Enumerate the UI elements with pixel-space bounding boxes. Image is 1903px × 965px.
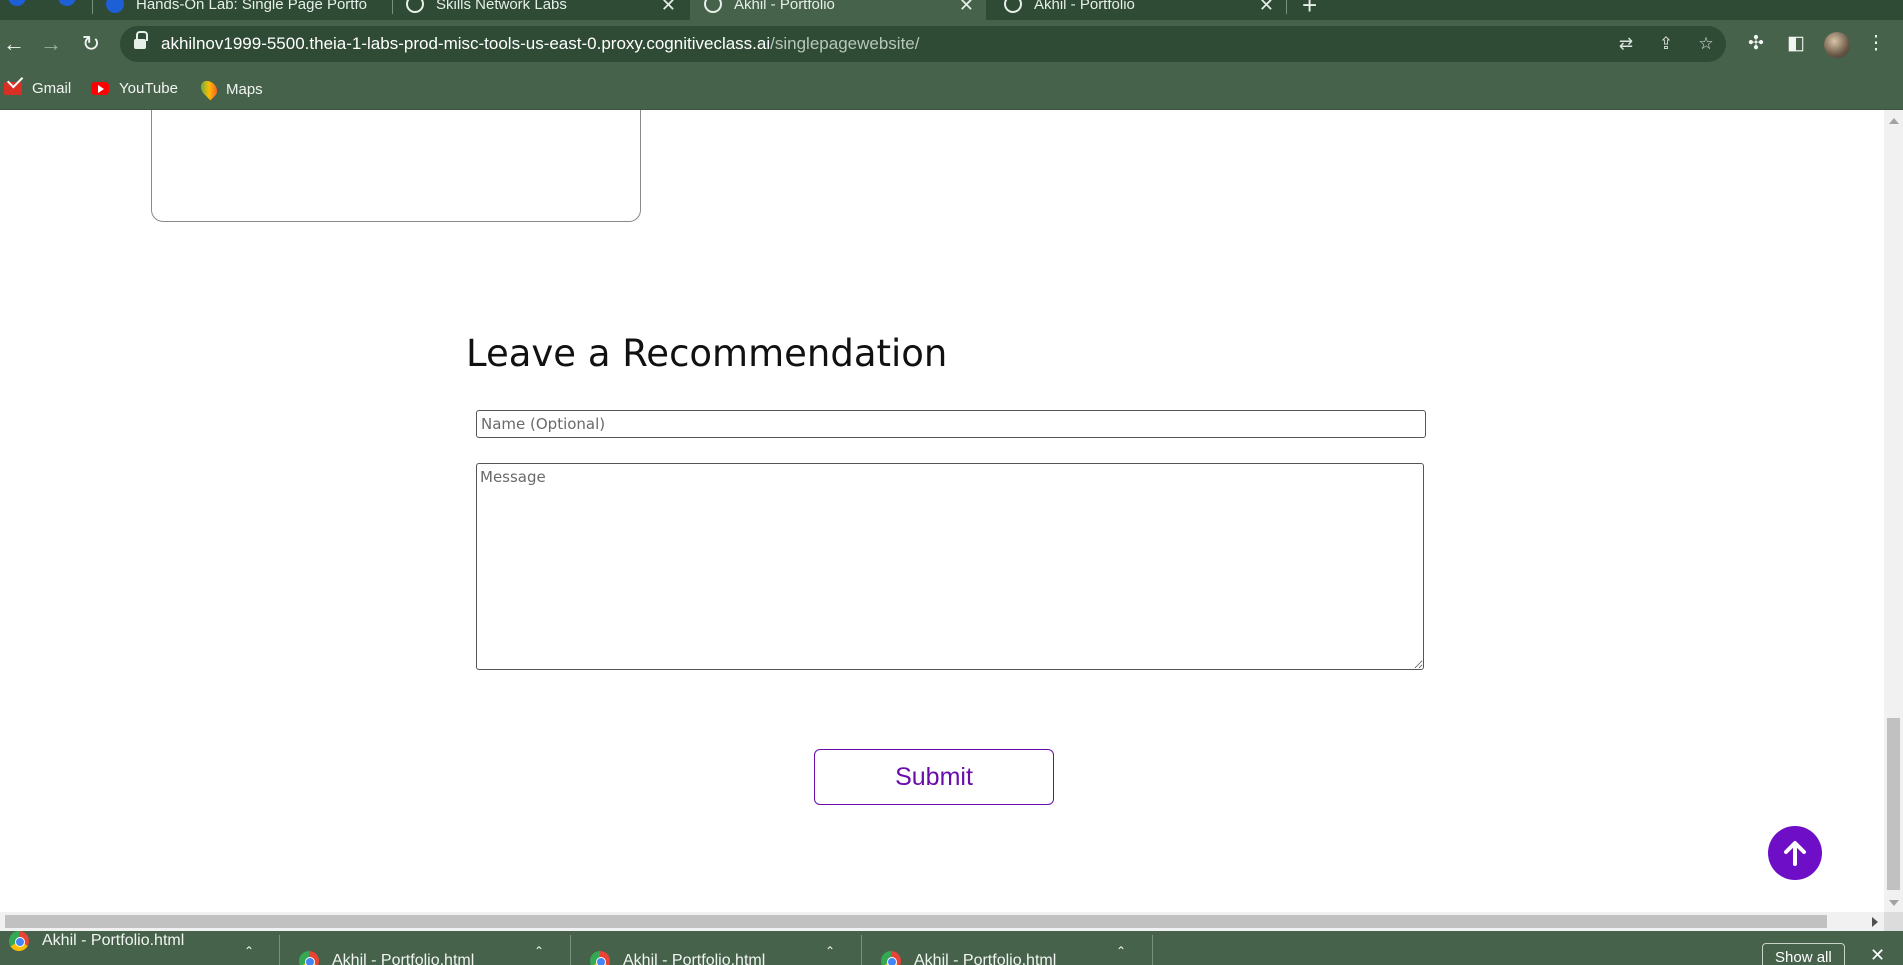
tab-akhil-portfolio-active[interactable]: Akhil - Portfolio ✕ <box>690 0 986 20</box>
browser-toolbar: ← → ↻ akhilnov1999-5500.theia-1-labs-pro… <box>0 20 1903 72</box>
download-separator <box>1152 935 1153 965</box>
download-filename: Akhil - Portfolio.html <box>332 952 475 965</box>
side-panel-icon[interactable]: ◧ <box>1782 30 1810 58</box>
close-tab-icon[interactable]: ✕ <box>1259 0 1274 16</box>
back-to-top-button[interactable] <box>1768 826 1822 880</box>
scroll-down-arrow-icon[interactable] <box>1889 900 1899 906</box>
url-host: akhilnov1999-5500.theia-1-labs-prod-misc… <box>161 34 771 53</box>
bookmark-youtube[interactable]: YouTube <box>91 80 178 97</box>
tab-strip: Hands-On Lab: Single Page Portfo Skills … <box>0 0 1903 20</box>
submit-button[interactable]: Submit <box>814 749 1054 805</box>
translate-icon[interactable]: ⇄ <box>1614 32 1638 56</box>
back-arrow-icon[interactable]: ← <box>0 30 28 58</box>
download-filename: Akhil - Portfolio.html <box>914 952 1057 965</box>
maps-icon <box>197 77 221 101</box>
menu-kebab-icon[interactable]: ⋮ <box>1862 30 1890 58</box>
tab-separator <box>1286 0 1287 14</box>
name-input[interactable] <box>476 410 1426 438</box>
close-tab-icon[interactable]: ✕ <box>661 0 676 16</box>
close-tab-icon[interactable]: ✕ <box>959 0 974 16</box>
chevron-up-icon[interactable]: ⌃ <box>534 944 544 958</box>
close-download-shelf-icon[interactable]: ✕ <box>1870 945 1885 965</box>
horizontal-scroll-thumb[interactable] <box>5 915 1827 928</box>
previous-card <box>151 110 641 222</box>
download-separator <box>861 935 862 965</box>
scroll-right-arrow-icon[interactable] <box>1872 917 1878 927</box>
download-filename: Akhil - Portfolio.html <box>623 952 766 965</box>
tab-label: Skills Network Labs <box>436 0 567 13</box>
vertical-scrollbar[interactable] <box>1884 110 1903 912</box>
bookmark-label: Gmail <box>32 80 72 97</box>
bookmark-star-icon[interactable]: ☆ <box>1694 32 1718 56</box>
download-shelf: Akhil - Portfolio.html ⌃ Akhil - Portfol… <box>0 931 1903 965</box>
profile-avatar[interactable] <box>1824 32 1850 58</box>
message-textarea[interactable] <box>476 463 1424 670</box>
chevron-up-icon[interactable]: ⌃ <box>244 944 254 958</box>
globe-icon <box>704 0 722 13</box>
section-title: Leave a Recommendation <box>466 332 948 375</box>
tab-label: Akhil - Portfolio <box>1034 0 1135 13</box>
coursera-icon <box>106 0 124 13</box>
show-all-downloads-button[interactable]: Show all <box>1762 943 1845 965</box>
chevron-up-icon[interactable]: ⌃ <box>825 944 835 958</box>
url-text: akhilnov1999-5500.theia-1-labs-prod-misc… <box>161 34 919 54</box>
reload-icon[interactable]: ↻ <box>77 30 105 58</box>
tab-akhil-portfolio[interactable]: Akhil - Portfolio ✕ <box>990 0 1286 20</box>
horizontal-scrollbar[interactable] <box>0 912 1884 931</box>
pinned-tab-coursera-icon[interactable] <box>8 0 26 6</box>
download-filename: Akhil - Portfolio.html <box>42 932 185 949</box>
youtube-icon <box>91 82 109 95</box>
chrome-file-icon <box>9 931 29 951</box>
bookmark-maps[interactable]: Maps <box>197 77 263 101</box>
forward-arrow-icon[interactable]: → <box>37 30 65 58</box>
chrome-file-icon <box>881 951 901 965</box>
lock-icon <box>134 31 148 50</box>
download-item[interactable]: Akhil - Portfolio.html <box>9 931 184 951</box>
bookmarks-bar: Gmail YouTube Maps <box>0 72 1903 110</box>
chevron-up-icon[interactable]: ⌃ <box>1116 944 1126 958</box>
globe-icon <box>406 0 424 13</box>
tab-label: Hands-On Lab: Single Page Portfo <box>136 0 367 13</box>
bookmark-gmail[interactable]: Gmail <box>4 80 71 97</box>
tab-hands-on-lab[interactable]: Hands-On Lab: Single Page Portfo <box>92 0 392 20</box>
scroll-up-arrow-icon[interactable] <box>1889 118 1899 124</box>
bookmark-label: Maps <box>226 80 263 98</box>
vertical-scroll-thumb[interactable] <box>1887 718 1900 890</box>
globe-icon <box>1004 0 1022 13</box>
scrollbar-corner <box>1884 912 1903 931</box>
url-path: /singlepagewebsite/ <box>770 34 920 53</box>
arrow-up-icon <box>1784 841 1806 866</box>
download-separator <box>279 935 280 965</box>
bookmark-label: YouTube <box>119 80 178 97</box>
chrome-file-icon <box>590 951 610 965</box>
address-bar[interactable]: akhilnov1999-5500.theia-1-labs-prod-misc… <box>120 26 1726 62</box>
chrome-file-icon <box>299 951 319 965</box>
new-tab-button[interactable]: + <box>1302 0 1317 20</box>
gmail-icon <box>4 82 22 95</box>
extensions-puzzle-icon[interactable]: ✣ <box>1742 30 1770 58</box>
pinned-tab-play-icon[interactable] <box>58 0 76 6</box>
download-item[interactable]: Akhil - Portfolio.html <box>299 951 474 965</box>
tab-skills-network[interactable]: Skills Network Labs ✕ <box>392 0 688 20</box>
share-icon[interactable]: ⇪ <box>1654 32 1678 56</box>
download-separator <box>570 935 571 965</box>
download-item[interactable]: Akhil - Portfolio.html <box>881 951 1056 965</box>
tab-label: Akhil - Portfolio <box>734 0 835 13</box>
download-item[interactable]: Akhil - Portfolio.html <box>590 951 765 965</box>
page-viewport: Leave a Recommendation Submit <box>0 110 1884 912</box>
